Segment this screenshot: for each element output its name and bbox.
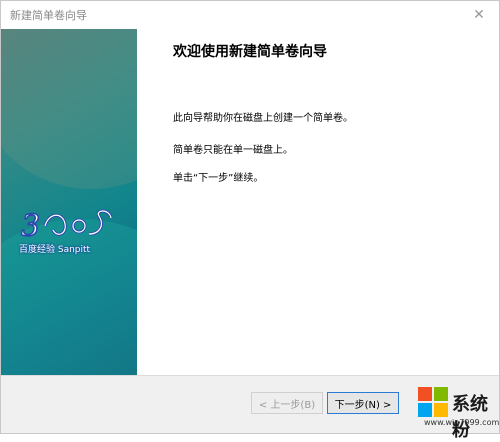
close-icon: ✕ [473,7,485,23]
watermark-text: 百度经验 Sanpitt [19,245,91,255]
wizard-content: 欢迎使用新建简单卷向导 此向导帮助你在磁盘上创建一个简单卷。 简单卷只能在单一磁… [137,29,499,375]
site-brand: 系统粉 [452,394,488,441]
title-bar: 新建简单卷向导 ✕ [1,1,499,29]
single-disk-text: 简单卷只能在单一磁盘上。 [173,145,293,156]
wizard-window: 新建简单卷向导 ✕ 3 百度经验 Sanpitt 欢迎使用新建简单卷向导 此向导… [0,0,500,434]
svg-text:3: 3 [21,209,40,244]
site-url: www.win7999.com [424,418,500,427]
window-title: 新建简单卷向导 [10,9,87,22]
back-button[interactable]: < 上一步(B) [251,392,323,414]
next-button[interactable]: 下一步(N) > [327,392,399,414]
windows-logo-icon [418,387,448,417]
wizard-banner: 3 百度经验 Sanpitt [1,29,137,375]
close-button[interactable]: ✕ [459,1,499,29]
baidu-watermark: 3 百度经验 Sanpitt [19,204,119,274]
wizard-heading: 欢迎使用新建简单卷向导 [173,44,327,60]
continue-text: 单击“下一步”继续。 [173,173,264,184]
intro-text: 此向导帮助你在磁盘上创建一个简单卷。 [173,113,353,124]
watermark-logo-icon: 3 [20,208,113,245]
